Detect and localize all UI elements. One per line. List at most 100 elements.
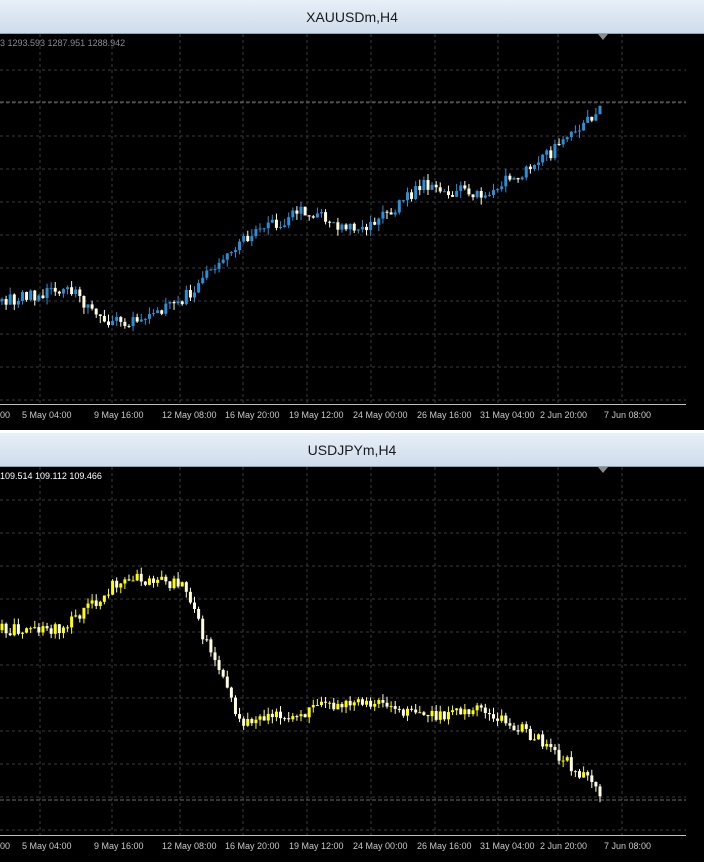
candle	[459, 181, 463, 198]
price-scale-strip[interactable]	[686, 467, 704, 835]
candle	[594, 781, 598, 792]
candle-body	[455, 708, 459, 711]
candle-body	[254, 229, 258, 237]
shift-marker-icon[interactable]	[598, 34, 608, 40]
candle-body	[246, 719, 250, 726]
price-plot-area[interactable]: 109.514 109.112 109.466 00 5 May 04:00 9 M…	[0, 467, 704, 862]
candle-body	[319, 701, 323, 705]
candle	[545, 148, 549, 161]
candle	[582, 766, 586, 778]
chart-titlebar[interactable]: XAUUSDm,H4	[0, 0, 704, 34]
x-tick-label: 00	[0, 841, 11, 851]
candle	[479, 703, 483, 712]
candle-body	[401, 709, 405, 716]
candle	[397, 199, 401, 215]
x-tick-label: 31 May 04:00	[480, 410, 535, 420]
candle	[578, 768, 582, 779]
candle	[405, 187, 409, 207]
candle-body	[262, 228, 266, 230]
candle	[266, 216, 270, 235]
candle	[12, 293, 16, 311]
candle	[352, 222, 356, 234]
candle-body	[352, 223, 356, 231]
candle-body	[78, 615, 82, 619]
candle-body	[16, 301, 20, 305]
ohlc-readout: 3 1293.593 1287.951 1288.942	[0, 38, 126, 48]
candle-body	[49, 628, 53, 634]
candle-body	[209, 639, 213, 653]
candle-body	[229, 687, 233, 698]
candle	[213, 264, 217, 274]
candle-body	[201, 618, 205, 640]
candle	[446, 706, 450, 725]
candle	[528, 164, 532, 174]
x-tick-label: 9 May 16:00	[94, 410, 144, 420]
candle	[590, 116, 594, 123]
candle	[405, 706, 409, 721]
candle-body	[266, 222, 270, 229]
candle	[307, 707, 311, 724]
candle-body	[225, 676, 229, 688]
candle-body	[352, 702, 356, 706]
candle	[524, 721, 528, 733]
candle	[377, 217, 381, 232]
candle-body	[74, 615, 78, 617]
candle	[152, 309, 156, 317]
candle	[4, 295, 8, 310]
candle-body	[4, 623, 8, 634]
candle	[49, 282, 53, 295]
candle	[348, 223, 352, 235]
chart-titlebar[interactable]: USDJPYm,H4	[0, 433, 704, 467]
candle-body	[299, 206, 303, 214]
candle	[541, 153, 545, 166]
candle-body	[373, 221, 377, 225]
candle	[381, 694, 385, 708]
candle	[0, 297, 4, 306]
candle-body	[33, 627, 37, 629]
candle-body	[418, 186, 422, 191]
candle	[549, 146, 553, 161]
usdjpy-chart-window[interactable]: USDJPYm,H4 109.514 109.112 109.466 00 5 M…	[0, 433, 704, 862]
chart-title: USDJPYm,H4	[307, 442, 397, 458]
candle	[139, 567, 143, 586]
candle	[442, 711, 446, 722]
candle	[414, 181, 418, 201]
candle-body	[590, 116, 594, 121]
candle	[238, 707, 242, 723]
candle	[422, 176, 426, 194]
candle-body	[111, 580, 115, 595]
xauusd-chart-window[interactable]: XAUUSDm,H4 3 1293.593 1287.951 1288.942 …	[0, 0, 704, 430]
candle	[496, 187, 500, 193]
candle	[426, 714, 430, 723]
candle-body	[307, 215, 311, 217]
candle-body	[512, 178, 516, 180]
candle	[463, 180, 467, 191]
candle-body	[422, 712, 426, 715]
candle	[418, 179, 422, 196]
price-scale-strip[interactable]	[686, 34, 704, 404]
candle-body	[41, 295, 45, 299]
candle	[90, 594, 94, 609]
candle	[377, 698, 381, 708]
candle-body	[508, 175, 512, 180]
candle	[205, 634, 209, 642]
candle	[487, 191, 491, 197]
candle-body	[479, 191, 483, 198]
candle-body	[29, 628, 33, 630]
candle-body	[25, 292, 29, 300]
shift-marker-icon[interactable]	[598, 467, 608, 473]
candle-body	[291, 716, 295, 720]
candle	[352, 700, 356, 711]
candle	[270, 709, 274, 724]
candlestick-chart	[0, 34, 686, 404]
candle	[57, 624, 61, 640]
candle-body	[442, 191, 446, 193]
candle-body	[70, 287, 74, 295]
candle	[545, 739, 549, 750]
candle	[455, 708, 459, 716]
candle-body	[303, 206, 307, 216]
candle	[430, 705, 434, 722]
price-plot-area[interactable]: 3 1293.593 1287.951 1288.942 00 5 May 04:…	[0, 34, 704, 430]
candle-body	[106, 321, 110, 326]
candle-body	[504, 715, 508, 724]
